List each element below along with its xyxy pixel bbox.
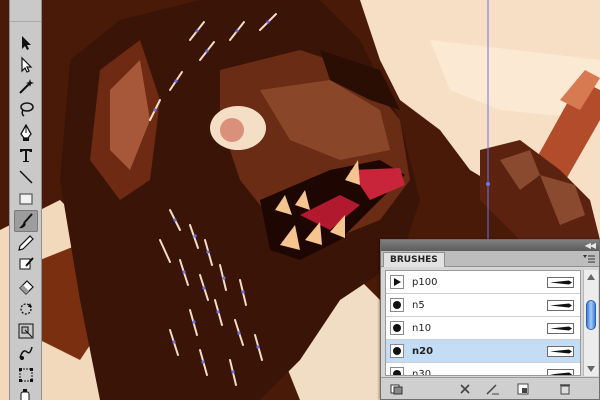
circle-brush-icon: [390, 344, 404, 358]
symbol-sprayer-tool[interactable]: [14, 384, 38, 400]
brush-stroke-preview-icon: [547, 322, 574, 334]
panel-menu-icon[interactable]: [583, 254, 595, 264]
triangle-brush-icon: [390, 275, 404, 289]
collapse-panel-icon[interactable]: ◀◀: [585, 241, 596, 250]
eraser-tool[interactable]: [14, 276, 38, 298]
pencil-tool[interactable]: [14, 232, 38, 254]
rectangle-icon: [19, 193, 33, 205]
circle-brush-icon: [390, 298, 404, 312]
new-brush-icon: [517, 383, 529, 395]
paintbrush-icon: [19, 213, 33, 229]
paintbrush-tool[interactable]: [14, 210, 38, 232]
brush-item-label: n20: [412, 345, 434, 357]
options-icon: [486, 384, 499, 395]
hollow-arrow-icon: [21, 56, 33, 73]
brush-options-button[interactable]: [485, 382, 501, 396]
brush-item-label: n10: [412, 322, 432, 334]
circle-brush-icon: [390, 321, 404, 335]
brush-item-p100[interactable]: p100: [386, 271, 580, 294]
rotate-icon: [20, 303, 32, 315]
brushes-panel-tabbar: BRUSHES: [381, 251, 599, 267]
brush-list: p100 n5 n10 n20 n30: [385, 270, 581, 376]
tab-brushes[interactable]: BRUSHES: [383, 252, 445, 267]
direct-selection-tool[interactable]: [14, 54, 38, 76]
brush-item-n10[interactable]: n10: [386, 317, 580, 340]
library-icon: [390, 384, 403, 395]
pencil-icon: [18, 235, 34, 251]
blob-brush-icon: [19, 257, 34, 270]
brush-libraries-button[interactable]: [389, 382, 405, 396]
brush-item-label: n5: [412, 299, 425, 311]
brush-item-n30[interactable]: n30: [386, 363, 580, 376]
pen-icon: [20, 124, 32, 141]
pen-tool[interactable]: [14, 122, 38, 144]
symbol-sprayer-icon: [20, 389, 30, 400]
brush-stroke-preview-icon: [547, 299, 574, 311]
type-tool[interactable]: [14, 144, 38, 166]
line-icon: [19, 170, 33, 184]
remove-stroke-icon: [460, 384, 470, 394]
scroll-down-icon[interactable]: [587, 366, 595, 372]
scroll-up-icon[interactable]: [587, 274, 595, 280]
brushes-panel-titlebar[interactable]: ◀◀: [381, 240, 599, 251]
magic-wand-tool[interactable]: [14, 76, 38, 98]
brush-item-n5[interactable]: n5: [386, 294, 580, 317]
brushes-panel-bottombar: [381, 377, 599, 399]
tools-panel-grip[interactable]: [10, 0, 41, 22]
warp-tool[interactable]: [14, 342, 38, 364]
rectangle-tool[interactable]: [14, 188, 38, 210]
rotate-tool[interactable]: [14, 298, 38, 320]
brush-stroke-preview-icon: [547, 345, 574, 357]
brushes-panel: ◀◀ BRUSHES p100 n5 n10 n20 n30: [380, 239, 600, 400]
free-transform-tool[interactable]: [14, 364, 38, 386]
scrollbar-thumb[interactable]: [586, 300, 596, 330]
brush-item-label: p100: [412, 276, 438, 288]
eraser-icon: [19, 280, 34, 295]
free-transform-icon: [19, 368, 33, 382]
new-brush-button[interactable]: [515, 382, 531, 396]
trash-icon: [560, 384, 570, 395]
blob-brush-tool[interactable]: [14, 254, 38, 276]
line-tool[interactable]: [14, 166, 38, 188]
brush-item-n20[interactable]: n20: [386, 340, 580, 363]
type-icon: [20, 149, 32, 162]
warp-icon: [19, 346, 33, 360]
selection-tool[interactable]: [14, 32, 38, 54]
magic-wand-icon: [19, 79, 34, 94]
brush-list-scrollbar[interactable]: [583, 270, 598, 376]
brush-stroke-preview-icon: [547, 276, 574, 288]
circle-brush-icon: [390, 367, 404, 375]
lasso-tool[interactable]: [14, 98, 38, 120]
tools-panel: [9, 0, 42, 400]
arrow-icon: [22, 36, 31, 50]
scale-tool[interactable]: [14, 320, 38, 342]
brush-item-label: n30: [412, 368, 432, 376]
brush-stroke-preview-icon: [547, 368, 574, 375]
delete-brush-button[interactable]: [557, 382, 573, 396]
remove-brush-stroke-button[interactable]: [457, 382, 473, 396]
scale-icon: [18, 323, 34, 339]
lasso-icon: [20, 102, 34, 117]
